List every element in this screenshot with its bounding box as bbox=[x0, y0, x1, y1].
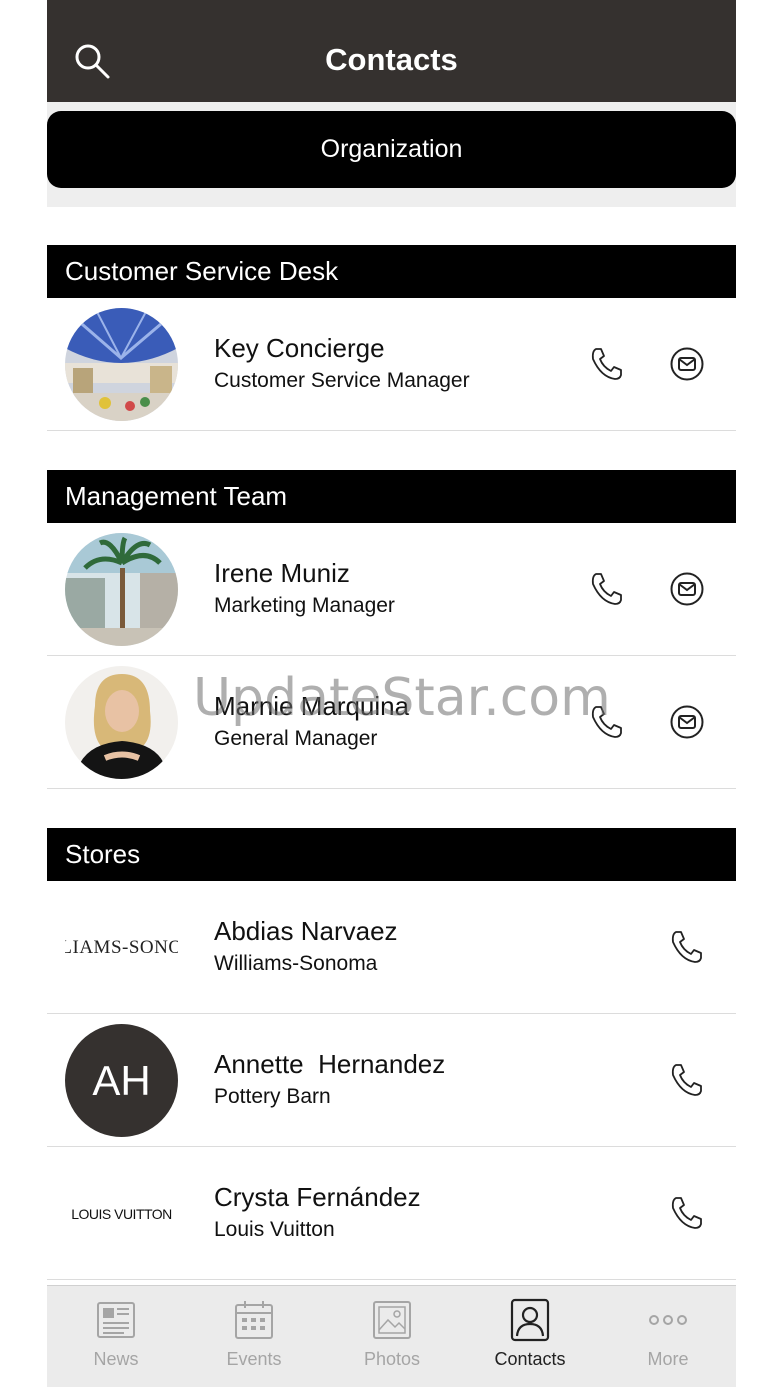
avatar bbox=[65, 308, 178, 421]
phone-icon[interactable] bbox=[669, 929, 705, 965]
contact-name: Crysta Fernández bbox=[214, 1182, 421, 1212]
contacts-screen: Contacts Organization Customer Service D… bbox=[47, 0, 736, 1387]
store-logo: LOUIS VUITTON bbox=[71, 1205, 172, 1222]
tab-label: Contacts bbox=[494, 1349, 566, 1369]
contact-name: Marnie Marquina bbox=[214, 691, 410, 721]
avatar-initials: AH bbox=[65, 1024, 178, 1137]
tab-label: News bbox=[93, 1349, 139, 1369]
mail-icon[interactable] bbox=[669, 571, 705, 607]
tab-news[interactable]: News bbox=[47, 1286, 185, 1388]
avatar bbox=[65, 533, 178, 646]
contact-name: Irene Muniz bbox=[214, 558, 350, 588]
phone-icon[interactable] bbox=[589, 704, 625, 740]
contact-row-key-concierge[interactable]: Key Concierge Customer Service Manager bbox=[47, 298, 736, 431]
tab-photos[interactable]: Photos bbox=[323, 1286, 461, 1388]
tab-more[interactable]: More bbox=[599, 1286, 737, 1388]
contact-role: Marketing Manager bbox=[214, 594, 395, 617]
phone-icon[interactable] bbox=[589, 571, 625, 607]
page-title: Contacts bbox=[325, 42, 458, 77]
contact-store: Louis Vuitton bbox=[214, 1218, 335, 1241]
contact-store: Williams-Sonoma bbox=[214, 952, 378, 975]
section-header-customer-service: Customer Service Desk bbox=[47, 245, 736, 298]
section-header-management-team: Management Team bbox=[47, 470, 736, 523]
mail-icon[interactable] bbox=[669, 346, 705, 382]
phone-icon[interactable] bbox=[589, 346, 625, 382]
tab-label: More bbox=[647, 1349, 689, 1369]
contact-card-icon bbox=[510, 1298, 550, 1342]
more-dots-icon bbox=[649, 1315, 687, 1325]
organization-band: Organization bbox=[47, 102, 736, 207]
calendar-icon bbox=[235, 1301, 273, 1339]
contact-name: Annette Hernandez bbox=[214, 1049, 446, 1079]
tab-label: Photos bbox=[363, 1349, 421, 1369]
section-header-stores: Stores bbox=[47, 828, 736, 881]
mail-icon[interactable] bbox=[669, 704, 705, 740]
contact-row-annette-hernandez[interactable]: AH Annette Hernandez Pottery Barn bbox=[47, 1014, 736, 1147]
contact-role: Customer Service Manager bbox=[214, 369, 470, 392]
contact-role: General Manager bbox=[214, 727, 378, 750]
contact-row-crysta-fernandez[interactable]: LOUIS VUITTON Crysta Fernández Louis Vui… bbox=[47, 1147, 736, 1280]
store-logo: LIAMS-SONO bbox=[65, 936, 178, 958]
contact-row-marnie-marquina[interactable]: Marnie Marquina General Manager bbox=[47, 656, 736, 789]
contact-row-irene-muniz[interactable]: Irene Muniz Marketing Manager bbox=[47, 523, 736, 656]
photo-icon bbox=[373, 1301, 411, 1339]
newspaper-icon bbox=[97, 1302, 135, 1338]
app-header: Contacts bbox=[47, 0, 736, 102]
contact-store: Pottery Barn bbox=[214, 1085, 331, 1108]
tab-events[interactable]: Events bbox=[185, 1286, 323, 1388]
tab-contacts[interactable]: Contacts bbox=[461, 1286, 599, 1388]
contact-row-abdias-narvaez[interactable]: LIAMS-SONO Abdias Narvaez Williams-Sonom… bbox=[47, 881, 736, 1014]
contact-name: Abdias Narvaez bbox=[214, 916, 398, 946]
contact-name: Key Concierge bbox=[214, 333, 385, 363]
tab-bar: News Events Photos Contacts More bbox=[47, 1285, 736, 1387]
avatar bbox=[65, 666, 178, 779]
tab-label: Events bbox=[226, 1349, 282, 1369]
phone-icon[interactable] bbox=[669, 1195, 705, 1231]
organization-button[interactable]: Organization bbox=[47, 111, 736, 188]
phone-icon[interactable] bbox=[669, 1062, 705, 1098]
